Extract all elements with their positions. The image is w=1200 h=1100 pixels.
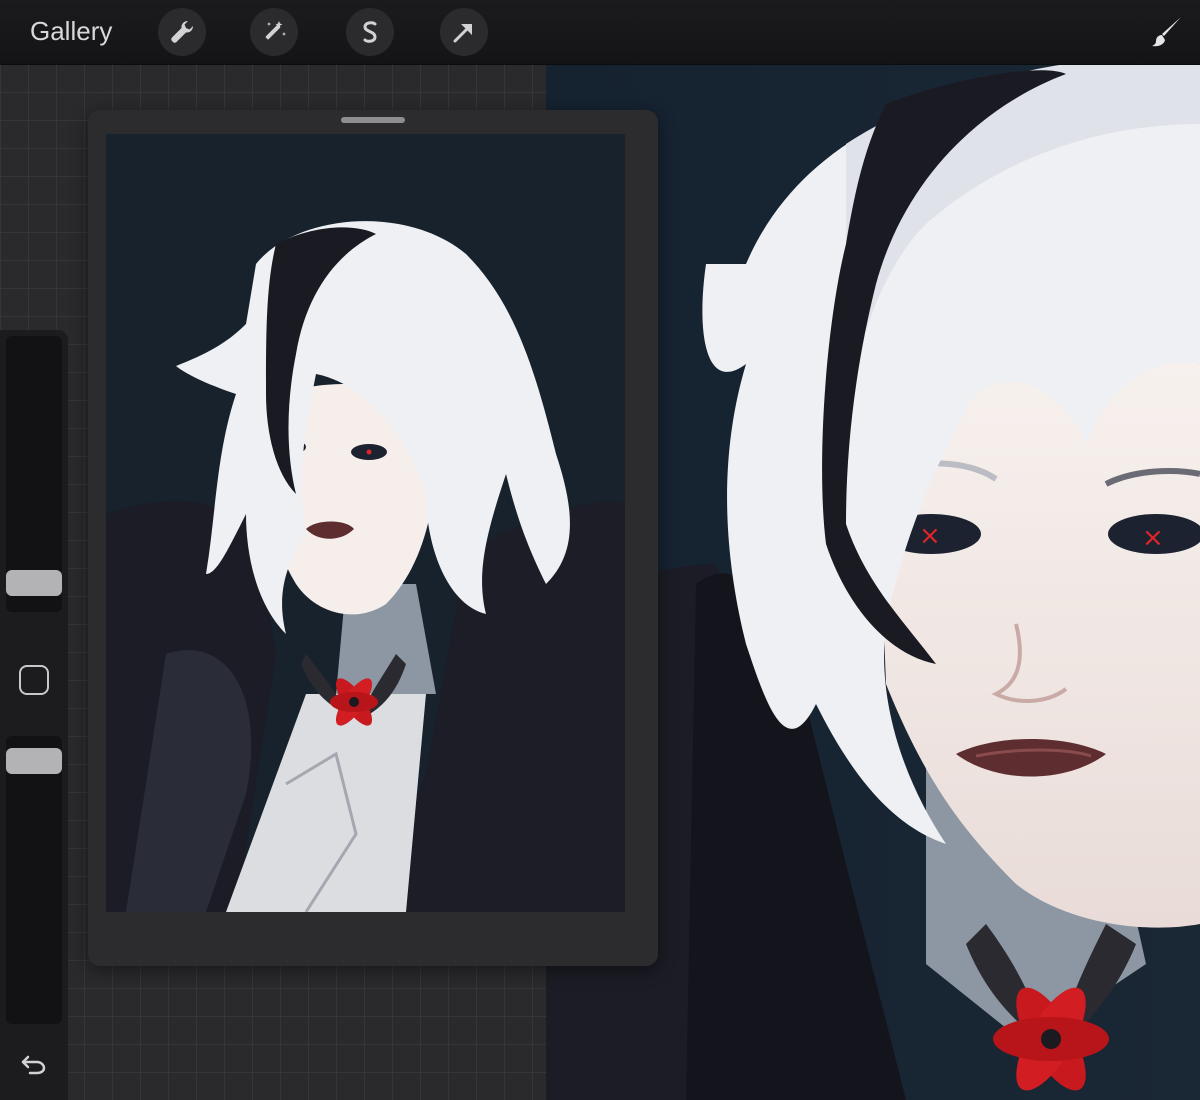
- modify-button[interactable]: [19, 665, 49, 695]
- magic-wand-icon: [265, 21, 286, 40]
- undo-button[interactable]: [18, 1048, 50, 1080]
- selection-s-icon: [363, 21, 377, 43]
- actions-button[interactable]: [158, 8, 206, 56]
- arrow-cursor-icon: [453, 24, 472, 43]
- undo-arrow-icon: [21, 1055, 46, 1075]
- brush-size-slider[interactable]: [6, 336, 62, 612]
- reference-canvas: [106, 134, 625, 912]
- reference-artwork: [106, 134, 625, 912]
- reference-window[interactable]: [88, 110, 658, 966]
- selection-button[interactable]: [346, 8, 394, 56]
- procreate-app: × × Gallery: [0, 0, 1200, 1100]
- brush-size-slider-thumb[interactable]: [6, 570, 62, 596]
- left-eye-x-mark: ×: [919, 521, 941, 551]
- opacity-slider-thumb[interactable]: [6, 748, 62, 774]
- wrench-icon: [171, 21, 193, 43]
- brush-tool-button[interactable]: [1144, 10, 1188, 54]
- ref-right-eye-mark: [366, 449, 372, 455]
- drag-handle-icon[interactable]: [341, 117, 405, 123]
- opacity-slider[interactable]: [6, 736, 62, 1024]
- top-toolbar: Gallery: [0, 0, 1200, 65]
- left-sidebar: [0, 330, 68, 1100]
- transform-button[interactable]: [440, 8, 488, 56]
- adjustments-button[interactable]: [250, 8, 298, 56]
- brush-icon: [1152, 17, 1181, 47]
- gallery-button[interactable]: Gallery: [30, 13, 112, 49]
- right-eye-x-mark: ×: [1142, 523, 1164, 553]
